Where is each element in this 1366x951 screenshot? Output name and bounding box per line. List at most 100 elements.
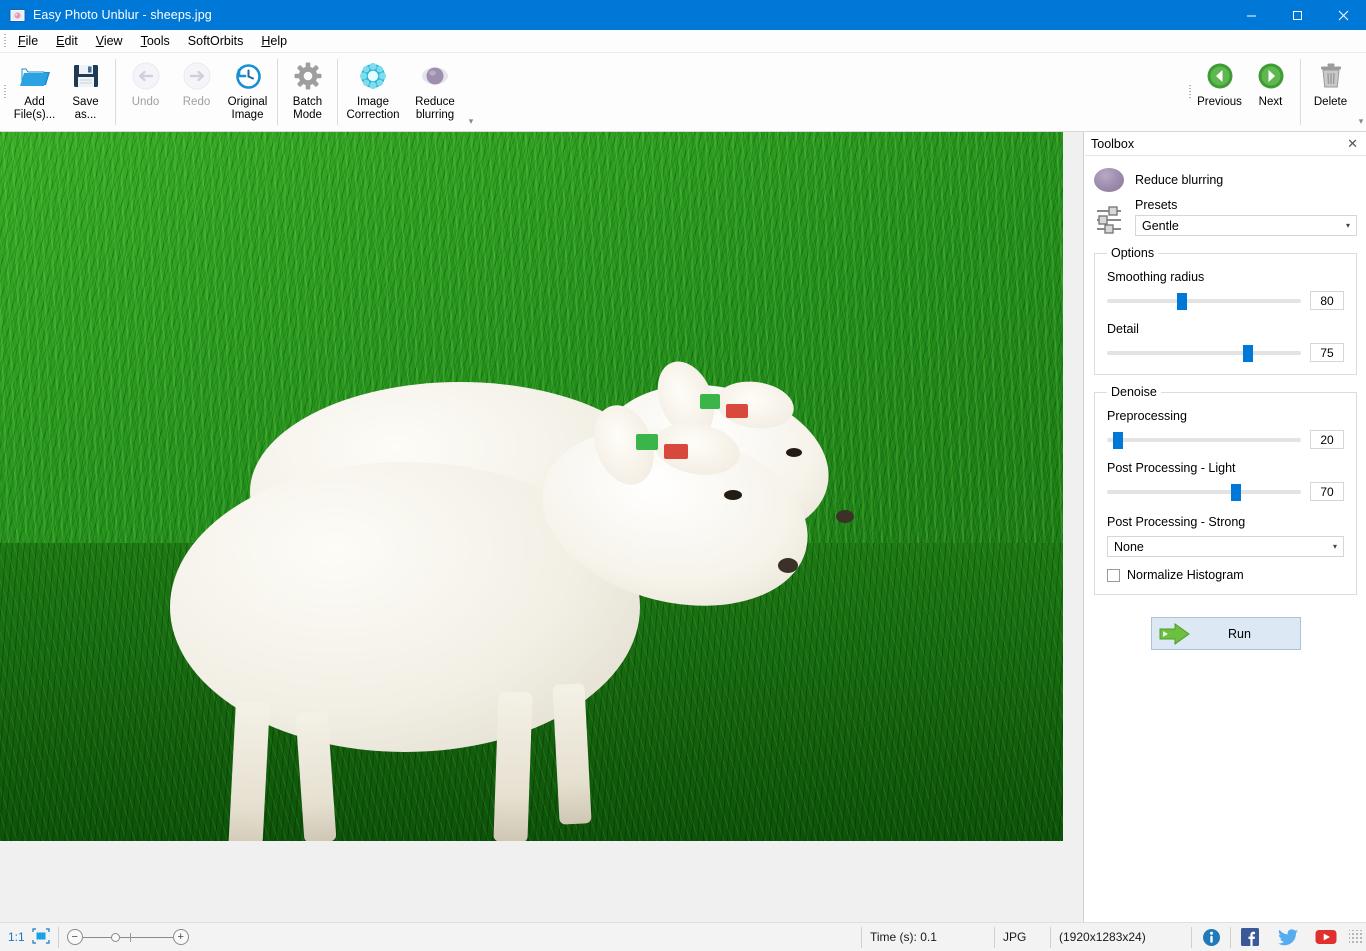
menu-item-help[interactable]: Help <box>252 31 296 51</box>
menu-item-edit[interactable]: Edit <box>47 31 87 51</box>
normalize-histogram-checkbox[interactable] <box>1107 569 1120 582</box>
chevron-down-icon: ▾ <box>1346 221 1350 230</box>
sliders-icon <box>1094 204 1124 236</box>
save-as-button[interactable]: Save as... <box>60 53 111 131</box>
original-image-button[interactable]: Original Image <box>222 53 273 131</box>
add-files-button[interactable]: Add File(s)... <box>9 53 60 131</box>
title-bar: Easy Photo Unblur - sheeps.jpg <box>0 0 1366 30</box>
menu-item-softorbits[interactable]: SoftOrbits <box>179 31 253 51</box>
application-window: Easy Photo Unblur - sheeps.jpg File Edit… <box>0 0 1366 951</box>
lamb-front-ear-tag-red <box>664 444 688 459</box>
preprocessing-handle[interactable] <box>1113 432 1123 449</box>
detail-track <box>1107 351 1301 355</box>
menu-item-view[interactable]: View <box>87 31 132 51</box>
toolbar-overflow-left-icon[interactable]: ▾ <box>466 53 476 131</box>
previous-button[interactable]: Previous <box>1194 53 1245 131</box>
batch-mode-button[interactable]: Batch Mode <box>282 53 333 131</box>
info-icon <box>1200 926 1222 948</box>
post-light-value[interactable]: 70 <box>1310 482 1344 501</box>
lamb-back-nose <box>836 510 854 523</box>
smoothing-radius-label: Smoothing radius <box>1107 270 1344 284</box>
run-button[interactable]: Run <box>1151 617 1301 650</box>
reduce-blurring-button[interactable]: Reduce blurring <box>404 53 466 131</box>
trash-icon <box>1317 59 1345 93</box>
minimize-button[interactable] <box>1228 0 1274 30</box>
zoom-ratio-cell: 1:1 <box>0 923 58 951</box>
menu-help-label: elp <box>270 34 287 48</box>
smoothing-radius-slider[interactable] <box>1107 292 1301 310</box>
image-dimensions-cell: (1920x1283x24) <box>1051 923 1191 951</box>
menu-view-label: iew <box>104 34 123 48</box>
smoothing-radius-track <box>1107 299 1301 303</box>
add-files-label-line1: Add <box>24 96 44 108</box>
normalize-histogram-row[interactable]: Normalize Histogram <box>1107 568 1344 582</box>
presets-value: Gentle <box>1142 219 1346 233</box>
close-button[interactable] <box>1320 0 1366 30</box>
save-as-label-line2: as... <box>75 109 97 121</box>
undo-label: Undo <box>132 96 160 108</box>
menu-bar: File Edit View Tools SoftOrbits Help <box>0 30 1366 53</box>
next-label: Next <box>1259 96 1283 108</box>
preprocessing-row: 20 <box>1107 430 1344 449</box>
file-format-cell: JPG <box>995 923 1050 951</box>
history-clock-icon <box>233 59 263 93</box>
menu-edit-accel: E <box>56 34 64 48</box>
window-resize-grip[interactable] <box>1349 930 1363 944</box>
detail-label: Detail <box>1107 322 1344 336</box>
menu-item-tools[interactable]: Tools <box>132 31 179 51</box>
presets-label: Presets <box>1135 198 1357 212</box>
zoom-in-button[interactable]: + <box>173 929 189 945</box>
preprocessing-slider[interactable] <box>1107 431 1301 449</box>
preprocessing-value[interactable]: 20 <box>1310 430 1344 449</box>
info-button[interactable] <box>1192 923 1230 951</box>
zoom-slider-handle[interactable] <box>111 933 120 942</box>
menu-item-file[interactable]: File <box>9 31 47 51</box>
detail-block: Detail 75 <box>1107 322 1344 362</box>
normalize-histogram-label: Normalize Histogram <box>1127 568 1244 582</box>
preprocessing-track <box>1107 438 1301 442</box>
detail-slider[interactable] <box>1107 344 1301 362</box>
zoom-control[interactable]: − + <box>59 923 197 951</box>
fit-to-screen-icon[interactable] <box>32 928 50 947</box>
smoothing-radius-handle[interactable] <box>1177 293 1187 310</box>
twitter-icon <box>1277 926 1299 948</box>
post-strong-dropdown[interactable]: None ▾ <box>1107 536 1344 557</box>
chevron-down-icon: ▾ <box>1333 542 1337 551</box>
post-light-slider[interactable] <box>1107 483 1301 501</box>
zoom-out-button[interactable]: − <box>67 929 83 945</box>
twitter-button[interactable] <box>1269 923 1307 951</box>
youtube-button[interactable] <box>1307 923 1345 951</box>
zoom-ratio-label[interactable]: 1:1 <box>8 930 25 944</box>
smoothing-radius-value[interactable]: 80 <box>1310 291 1344 310</box>
post-light-handle[interactable] <box>1231 484 1241 501</box>
image-correction-button[interactable]: Image Correction <box>342 53 404 131</box>
toolbar-separator-3 <box>337 59 338 125</box>
toolbar-overflow-right-icon[interactable]: ▾ <box>1356 53 1366 131</box>
detail-value[interactable]: 75 <box>1310 343 1344 362</box>
toolbar-separator-1 <box>115 59 116 125</box>
post-light-block: Post Processing - Light 70 <box>1107 461 1344 501</box>
undo-button[interactable]: Undo <box>120 53 171 131</box>
facebook-button[interactable] <box>1231 923 1269 951</box>
image-canvas[interactable] <box>0 132 1084 922</box>
toolbar-right-group: Previous Next <box>1185 53 1366 131</box>
add-files-label-line2: File(s)... <box>14 109 56 121</box>
maximize-button[interactable] <box>1274 0 1320 30</box>
redo-button[interactable]: Redo <box>171 53 222 131</box>
smoothing-radius-row: 80 <box>1107 291 1344 310</box>
lamb-back-ear-tag-red <box>726 404 748 418</box>
presets-dropdown[interactable]: Gentle ▾ <box>1135 215 1357 236</box>
delete-label: Delete <box>1314 96 1347 108</box>
next-button[interactable]: Next <box>1245 53 1296 131</box>
toolbox-close-icon[interactable]: ✕ <box>1347 137 1358 150</box>
photo-preview[interactable] <box>0 132 1063 841</box>
menu-file-accel: F <box>18 34 26 48</box>
toolbox-body: Reduce blurring <box>1085 156 1366 650</box>
menu-tools-label: ools <box>147 34 170 48</box>
save-as-label-line1: Save <box>72 96 98 108</box>
delete-button[interactable]: Delete <box>1305 53 1356 131</box>
save-icon <box>72 59 100 93</box>
detail-handle[interactable] <box>1243 345 1253 362</box>
app-photo-icon <box>6 0 28 30</box>
reduce-blurring-label-line1: Reduce <box>415 96 455 108</box>
